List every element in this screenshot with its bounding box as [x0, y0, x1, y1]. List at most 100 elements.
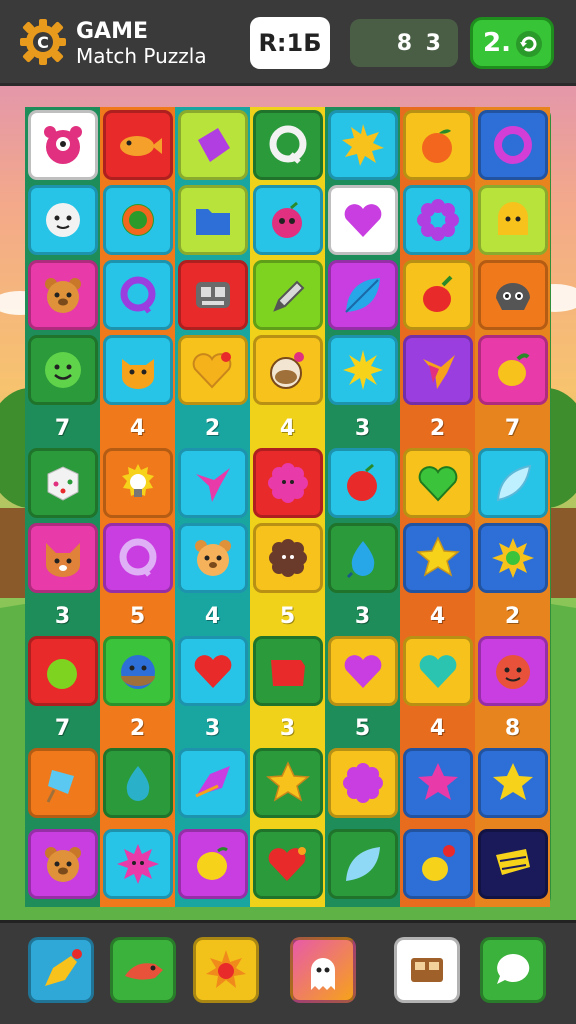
ball-tile[interactable] — [103, 636, 173, 706]
moves-value: 2. — [483, 28, 511, 58]
purple-ring-icon — [120, 276, 156, 314]
chat-button[interactable] — [480, 937, 546, 1003]
lemon-tile[interactable] — [178, 829, 248, 899]
face-tile[interactable] — [28, 185, 98, 255]
green-apple-icon — [47, 653, 79, 689]
flag-tile[interactable] — [478, 829, 548, 899]
magenta-bird-icon — [195, 766, 230, 798]
ring-tile[interactable] — [103, 185, 173, 255]
heart-tile[interactable] — [403, 448, 473, 518]
powerup-box-button[interactable] — [394, 937, 460, 1003]
purple-diamond-icon — [198, 128, 230, 162]
orange-cat-icon — [122, 359, 154, 389]
bird-tile[interactable] — [178, 748, 248, 818]
column-count: 3 — [204, 715, 221, 741]
sun-icon — [342, 124, 384, 166]
fox-tile[interactable] — [28, 523, 98, 593]
folder-tile[interactable] — [178, 185, 248, 255]
powerup-rocket-button[interactable] — [28, 937, 94, 1003]
cookie-tile[interactable] — [253, 523, 323, 593]
star-tile[interactable] — [403, 523, 473, 593]
drop-tile[interactable] — [328, 523, 398, 593]
blob-tile[interactable] — [478, 185, 548, 255]
berry-tile[interactable] — [328, 448, 398, 518]
fuzzball-tile[interactable] — [328, 748, 398, 818]
chili-tile[interactable] — [403, 260, 473, 330]
lemon-tile[interactable] — [403, 829, 473, 899]
sun-tile[interactable] — [328, 110, 398, 180]
purple-fuzzball-icon — [343, 763, 383, 803]
lightbulb-icon — [122, 464, 154, 497]
heart-tile[interactable] — [178, 636, 248, 706]
pink-fuzzball-icon — [268, 463, 308, 503]
powerup-sun-bomb-button[interactable] — [193, 937, 259, 1003]
leaf-tile[interactable] — [328, 260, 398, 330]
powerup-dragon-button[interactable] — [110, 937, 176, 1003]
robot-tile[interactable] — [178, 260, 248, 330]
column-count: 2 — [129, 715, 146, 741]
potion-tile[interactable] — [253, 335, 323, 405]
leaf-tile[interactable] — [328, 829, 398, 899]
white-face-icon — [46, 203, 80, 237]
bear-tile[interactable] — [28, 260, 98, 330]
creature-tile[interactable] — [478, 260, 548, 330]
diamond-tile[interactable] — [178, 110, 248, 180]
ring-tile[interactable] — [103, 260, 173, 330]
apple-tile[interactable] — [28, 636, 98, 706]
fish-tile[interactable] — [103, 110, 173, 180]
heart-tile[interactable] — [178, 335, 248, 405]
pink-monster-icon — [44, 126, 82, 164]
feather-icon — [496, 464, 532, 502]
bear-tile[interactable] — [28, 829, 98, 899]
gear-logo-icon[interactable]: C — [18, 17, 68, 67]
heart-tile[interactable] — [403, 636, 473, 706]
subtitle-text: Match Puzzla — [76, 44, 207, 68]
ring-tile[interactable] — [253, 110, 323, 180]
star-tile[interactable] — [253, 748, 323, 818]
heart-tile[interactable] — [253, 829, 323, 899]
drop-tile[interactable] — [103, 748, 173, 818]
ring-tile[interactable] — [478, 110, 548, 180]
flower-tile[interactable] — [103, 829, 173, 899]
sunflower-tile[interactable] — [478, 523, 548, 593]
column-count: 3 — [354, 603, 371, 629]
feather-tile[interactable] — [478, 448, 548, 518]
popsicle-tile[interactable] — [28, 748, 98, 818]
lemon-tile[interactable] — [478, 335, 548, 405]
column-count: 7 — [504, 415, 521, 441]
yellow-lemon-icon — [197, 847, 228, 880]
berry-tile[interactable] — [253, 185, 323, 255]
sun-tile[interactable] — [328, 335, 398, 405]
bird-tile[interactable] — [403, 335, 473, 405]
orange-tile[interactable] — [403, 110, 473, 180]
bird-tile[interactable] — [178, 448, 248, 518]
star-tile[interactable] — [403, 748, 473, 818]
star-tile[interactable] — [478, 748, 548, 818]
monster-tile[interactable] — [28, 110, 98, 180]
heart-tile[interactable] — [328, 636, 398, 706]
heart-tile[interactable] — [328, 185, 398, 255]
smiley-tile[interactable] — [28, 335, 98, 405]
pink-bird-icon — [196, 468, 230, 502]
fuzzball-tile[interactable] — [253, 448, 323, 518]
column-count: 7 — [54, 415, 71, 441]
purple-heart-icon — [344, 204, 382, 237]
ring-tile[interactable] — [103, 523, 173, 593]
hamster-tile[interactable] — [178, 523, 248, 593]
cat-tile[interactable] — [103, 335, 173, 405]
flower-tile[interactable] — [403, 185, 473, 255]
ghost-booster-icon — [311, 958, 335, 990]
dice-tile[interactable] — [28, 448, 98, 518]
pencil-tile[interactable] — [253, 260, 323, 330]
powerup-ghost-booster-button[interactable] — [290, 937, 356, 1003]
column-count: 2 — [504, 603, 521, 629]
flag-tile[interactable] — [253, 636, 323, 706]
monster-tile[interactable] — [478, 636, 548, 706]
bulb-tile[interactable] — [103, 448, 173, 518]
pink-star-icon — [418, 763, 458, 800]
bear-face-icon — [45, 847, 81, 882]
pencil-icon — [273, 280, 305, 312]
yellow-blob-icon — [498, 202, 528, 235]
hamster-icon — [195, 540, 231, 576]
moves-button[interactable]: 2. — [470, 17, 554, 69]
